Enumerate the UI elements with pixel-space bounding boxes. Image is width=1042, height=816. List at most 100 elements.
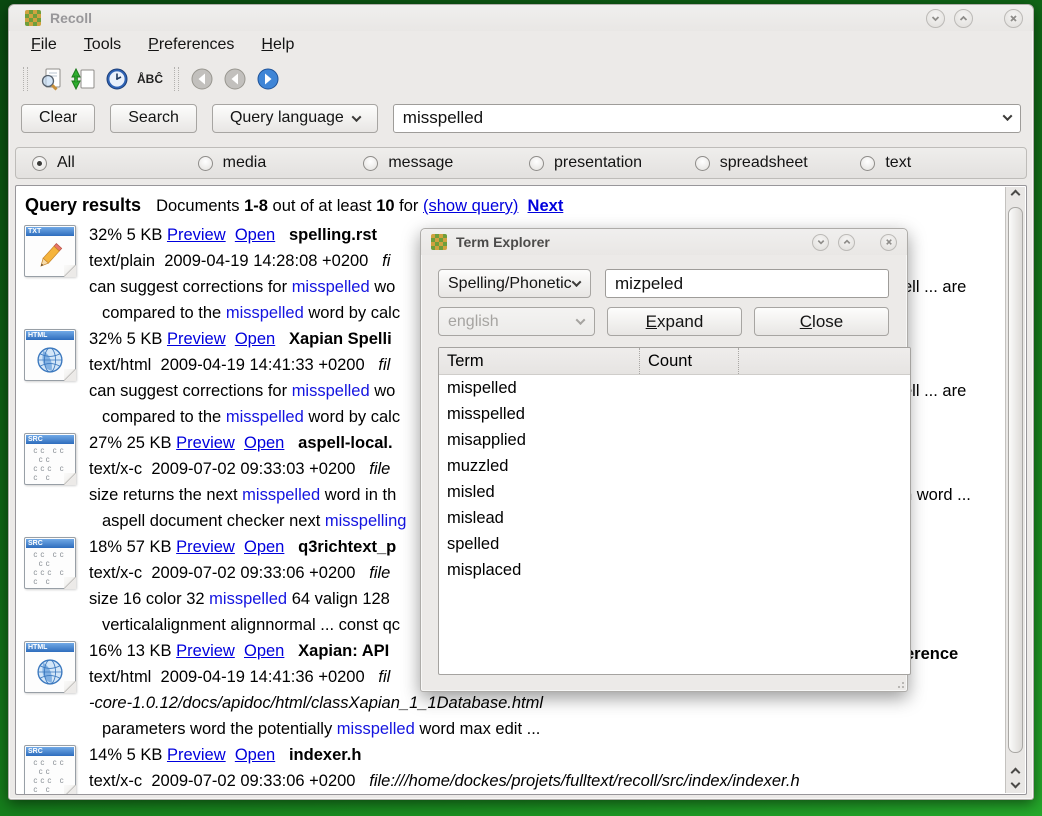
next-link[interactable]: Next xyxy=(528,197,564,215)
term-row[interactable]: spelled xyxy=(439,531,910,557)
column-header-term[interactable]: Term xyxy=(439,352,639,371)
maximize-icon[interactable] xyxy=(838,234,855,251)
scroll-down-icon[interactable] xyxy=(1011,779,1021,789)
term-explorer-abc-icon[interactable]: ÅBĈ xyxy=(135,65,165,93)
update-index-icon[interactable] xyxy=(69,65,99,93)
result-text-fragment: erence xyxy=(905,645,958,664)
text-segment: misspelled xyxy=(292,278,370,296)
text-segment xyxy=(275,330,289,348)
text-segment: word in th xyxy=(320,486,396,504)
history-clock-icon[interactable] xyxy=(102,65,132,93)
text-segment: compared to the xyxy=(102,408,226,426)
filter-media[interactable]: media xyxy=(198,154,364,172)
close-button[interactable]: Close xyxy=(754,307,889,336)
text-segment: Xapian: API xyxy=(298,642,389,660)
expansion-mode-select[interactable]: Spelling/Phonetic xyxy=(438,269,591,298)
result-line: text/plain 2009-04-19 14:28:08 +0200 fi xyxy=(89,248,400,274)
open-link[interactable]: Open xyxy=(235,330,275,348)
radio-icon[interactable] xyxy=(860,156,875,171)
preview-link[interactable]: Preview xyxy=(176,434,235,452)
open-link[interactable]: Open xyxy=(235,746,275,764)
minimize-icon[interactable] xyxy=(926,9,945,28)
text-segment: file:///home/dockes/projets/fulltext/rec… xyxy=(369,772,799,790)
results-summary: Documents 1-8 out of at least 10 for (sh… xyxy=(156,197,563,216)
open-link[interactable]: Open xyxy=(244,642,284,660)
title-bar[interactable]: Recoll xyxy=(9,5,1033,31)
text-segment: indexer.h xyxy=(289,746,361,764)
scrollbar-thumb[interactable] xyxy=(1008,207,1023,753)
term-input[interactable] xyxy=(605,269,889,298)
text-segment: 64 valign 128 xyxy=(287,590,390,608)
text-segment xyxy=(284,538,298,556)
preview-link[interactable]: Preview xyxy=(176,642,235,660)
filter-presentation[interactable]: presentation xyxy=(529,154,695,172)
term-row[interactable]: misplaced xyxy=(439,557,910,583)
radio-icon[interactable] xyxy=(529,156,544,171)
preview-link[interactable]: Preview xyxy=(176,538,235,556)
resize-grip[interactable] xyxy=(897,681,905,689)
term-table-body: mispelled misspelled misapplied muzzled misl… xyxy=(439,375,910,583)
term-row[interactable]: misled xyxy=(439,479,910,505)
term-cell: muzzled xyxy=(439,457,639,476)
text-segment xyxy=(226,746,235,764)
scroll-up-icon[interactable] xyxy=(1011,190,1021,200)
show-query-link[interactable]: (show query) xyxy=(423,197,518,215)
term-row[interactable]: mispelled xyxy=(439,375,910,401)
term-table: Term Count mispelled misspelled misapplied… xyxy=(438,347,911,675)
filter-message[interactable]: message xyxy=(363,154,529,172)
term-cell: mislead xyxy=(439,509,639,528)
html-file-icon: HTML xyxy=(24,641,76,693)
first-page-icon[interactable] xyxy=(187,65,217,93)
radio-icon[interactable] xyxy=(695,156,710,171)
query-language-select[interactable]: Query language xyxy=(212,104,378,133)
radio-icon[interactable] xyxy=(198,156,213,171)
close-icon[interactable] xyxy=(1004,9,1023,28)
preview-link[interactable]: Preview xyxy=(167,746,226,764)
result-line: 32% 5 KB Preview Open Xapian Spelli xyxy=(89,326,400,352)
search-input[interactable] xyxy=(393,104,1021,133)
text-segment xyxy=(284,434,298,452)
results-scrollbar[interactable] xyxy=(1005,187,1025,793)
term-row[interactable]: mislead xyxy=(439,505,910,531)
term-cell: misspelled xyxy=(439,405,639,424)
maximize-icon[interactable] xyxy=(954,9,973,28)
preview-document-icon[interactable] xyxy=(36,65,66,93)
term-row[interactable]: muzzled xyxy=(439,453,910,479)
open-link[interactable]: Open xyxy=(244,434,284,452)
result-text: 18% 57 KB Preview Open q3richtext_ptext/… xyxy=(89,534,400,638)
file-type-label: HTML xyxy=(26,331,74,340)
open-link[interactable]: Open xyxy=(235,226,275,244)
menu-help[interactable]: Help xyxy=(261,36,294,54)
menu-preferences[interactable]: Preferences xyxy=(148,36,234,54)
filter-text[interactable]: text xyxy=(860,154,1026,172)
text-segment: compared to the xyxy=(102,304,226,322)
toolbar-handle[interactable] xyxy=(174,67,179,91)
minimize-icon[interactable] xyxy=(812,234,829,251)
term-row[interactable]: misapplied xyxy=(439,427,910,453)
preview-link[interactable]: Preview xyxy=(167,226,226,244)
radio-icon[interactable] xyxy=(32,156,47,171)
scroll-up-icon[interactable] xyxy=(1011,768,1021,778)
text-segment: word by calc xyxy=(304,408,400,426)
menu-file[interactable]: File xyxy=(31,36,57,54)
radio-icon[interactable] xyxy=(363,156,378,171)
text-segment: text/x-c 2009-07-02 09:33:03 +0200 xyxy=(89,460,369,478)
close-icon[interactable] xyxy=(880,234,897,251)
open-link[interactable]: Open xyxy=(244,538,284,556)
preview-link[interactable]: Preview xyxy=(167,330,226,348)
term-row[interactable]: misspelled xyxy=(439,401,910,427)
next-page-icon[interactable] xyxy=(253,65,283,93)
previous-page-icon[interactable] xyxy=(220,65,250,93)
search-button[interactable]: Search xyxy=(110,104,197,133)
filter-all[interactable]: All xyxy=(32,154,198,172)
expand-button[interactable]: Expand xyxy=(607,307,742,336)
folded-corner xyxy=(64,577,76,589)
filter-spreadsheet[interactable]: spreadsheet xyxy=(695,154,861,172)
result-text-fragment: ell ... are xyxy=(903,382,966,401)
column-header-count[interactable]: Count xyxy=(639,348,739,374)
clear-button[interactable]: Clear xyxy=(21,104,95,133)
dialog-title-bar[interactable]: Term Explorer xyxy=(421,229,907,255)
filter-label: text xyxy=(885,154,911,172)
menu-tools[interactable]: Tools xyxy=(84,36,121,54)
toolbar-handle[interactable] xyxy=(23,67,28,91)
